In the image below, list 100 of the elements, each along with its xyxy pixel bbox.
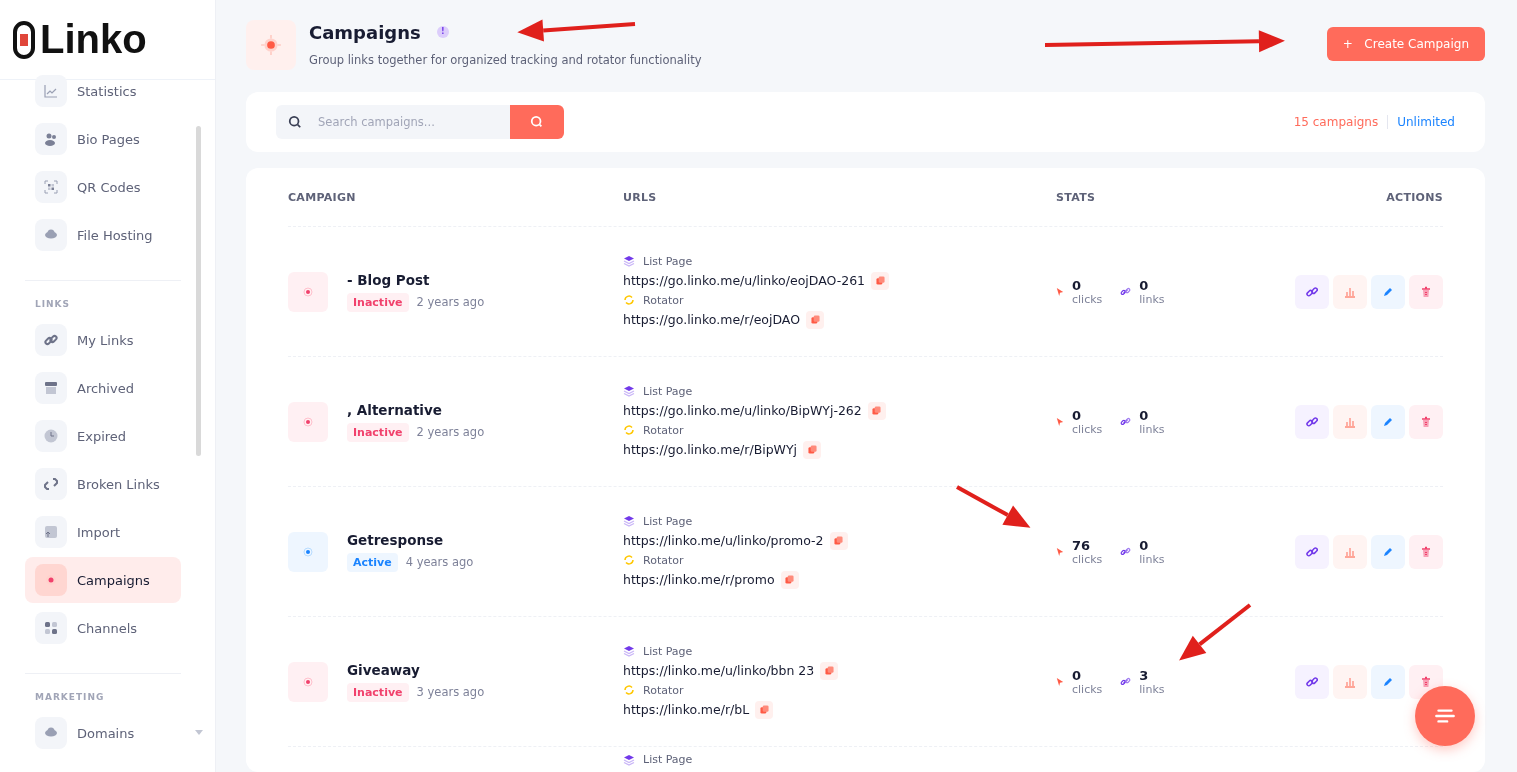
rotator-url[interactable]: https://go.linko.me/r/eojDAO (623, 312, 801, 327)
edit-button[interactable] (1371, 664, 1405, 699)
copy-button[interactable] (829, 531, 848, 550)
logo-icon (12, 19, 36, 60)
sidebar-item[interactable]: My Links (25, 317, 181, 363)
section-heading: LINKS (34, 298, 72, 311)
trash-icon (1420, 285, 1432, 298)
stat-label: links (1139, 422, 1165, 436)
copy-button[interactable] (820, 661, 839, 680)
bar-chart-icon (1344, 675, 1356, 688)
url-type-label: List Page (643, 254, 693, 268)
section-heading: MARKETING (34, 691, 106, 704)
list-page-url[interactable]: https://go.linko.me/u/linko/BipWYj-262 (623, 403, 862, 418)
sidebar-item[interactable]: Broken Links (25, 461, 181, 507)
column-header: CAMPAIGN (288, 190, 357, 204)
copy-button[interactable] (803, 440, 822, 459)
stat-label: clicks (1072, 292, 1103, 306)
status-badge: Inactive (347, 422, 409, 442)
cursor-icon (1056, 676, 1064, 687)
campaign-name[interactable]: Getresponse (347, 531, 474, 548)
rotator-url[interactable]: https://linko.me/r/promo (623, 572, 775, 587)
campaign-age: 2 years ago (416, 295, 485, 309)
rotate-icon (623, 554, 635, 566)
status-badge: Active (347, 552, 398, 572)
pencil-icon (1382, 545, 1394, 558)
search-input[interactable]: Search campaigns... (316, 114, 500, 130)
layers-icon (623, 255, 635, 267)
sidebar-item[interactable]: Import (25, 509, 181, 555)
stat-label: links (1139, 292, 1165, 306)
campaign-name[interactable]: Giveaway (347, 661, 485, 678)
sidebar-item[interactable]: Archived (25, 365, 181, 411)
stat-label: clicks (1072, 682, 1103, 696)
links-count: 0 (1139, 537, 1150, 553)
campaign-age: 2 years ago (416, 425, 485, 439)
search-button[interactable] (510, 105, 564, 139)
edit-button[interactable] (1371, 534, 1405, 569)
copy-icon (807, 445, 817, 454)
nav-icon (35, 171, 67, 203)
campaign-name[interactable]: , Alternative (347, 401, 485, 418)
sidebar-item[interactable]: Campaigns (25, 557, 181, 603)
campaign-name[interactable]: - Blog Post (347, 271, 485, 288)
plan-label: Unlimited (1396, 115, 1455, 129)
copy-button[interactable] (871, 271, 890, 290)
rotator-url[interactable]: https://linko.me/r/bL (623, 702, 750, 717)
links-button[interactable] (1295, 404, 1329, 439)
links-button[interactable] (1295, 274, 1329, 309)
links-count: 0 (1139, 277, 1150, 293)
sidebar-item[interactable]: Statistics (25, 68, 181, 114)
sidebar-item[interactable]: QR Codes (25, 164, 181, 210)
copy-icon (810, 315, 820, 324)
copy-button[interactable] (780, 570, 799, 589)
clicks-count: 0 (1072, 667, 1083, 683)
link-icon (1120, 416, 1132, 427)
copy-icon (824, 666, 834, 675)
list-page-url[interactable]: https://go.linko.me/u/linko/eojDAO-261 (623, 273, 866, 288)
sidebar-item[interactable]: Bio Pages (25, 116, 181, 162)
links-count: 3 (1139, 667, 1150, 683)
list-page-url[interactable]: https://linko.me/u/linko/promo-2 (623, 533, 824, 548)
trash-icon (1420, 675, 1432, 688)
bar-chart-icon (1344, 285, 1356, 298)
delete-button[interactable] (1409, 534, 1443, 569)
copy-button[interactable] (755, 700, 774, 719)
nav-icon (35, 612, 67, 644)
info-badge[interactable]: ! (436, 25, 449, 38)
column-header: ACTIONS (1386, 190, 1443, 204)
sidebar-item[interactable]: File Hosting (25, 212, 181, 258)
scrollbar[interactable] (196, 126, 201, 456)
link-icon (1120, 546, 1132, 557)
list-page-url[interactable]: https://linko.me/u/linko/bbn 23 (623, 663, 815, 678)
url-type-label: Rotator (643, 423, 684, 437)
delete-button[interactable] (1409, 404, 1443, 439)
pencil-icon (1382, 675, 1394, 688)
edit-button[interactable] (1371, 274, 1405, 309)
layers-icon (623, 753, 635, 766)
copy-icon (785, 575, 795, 584)
search-icon (530, 115, 544, 129)
copy-button[interactable] (867, 401, 886, 420)
cursor-icon (1056, 416, 1064, 427)
edit-button[interactable] (1371, 404, 1405, 439)
search-field[interactable]: Search campaigns... (276, 105, 510, 139)
bar-chart-icon (1344, 545, 1356, 558)
column-header: STATS (1056, 190, 1097, 204)
links-button[interactable] (1295, 534, 1329, 569)
layers-icon (623, 385, 635, 397)
sidebar-item[interactable]: Channels (25, 605, 181, 651)
clicks-count: 0 (1072, 277, 1083, 293)
sidebar-item[interactable]: Domains (25, 710, 181, 756)
rotator-url[interactable]: https://go.linko.me/r/BipWYj (623, 442, 798, 457)
stat-label: links (1139, 552, 1165, 566)
delete-button[interactable] (1409, 274, 1443, 309)
copy-button[interactable] (806, 310, 825, 329)
url-type-label: List Page (643, 514, 693, 528)
nav-icon (35, 372, 67, 404)
links-button[interactable] (1295, 664, 1329, 699)
stat-label: links (1139, 682, 1165, 696)
bar-chart-icon (1344, 415, 1356, 428)
sidebar-item[interactable]: Expired (25, 413, 181, 459)
rotate-icon (623, 294, 635, 306)
url-type-label: List Page (643, 753, 693, 766)
rotate-icon (623, 684, 635, 696)
